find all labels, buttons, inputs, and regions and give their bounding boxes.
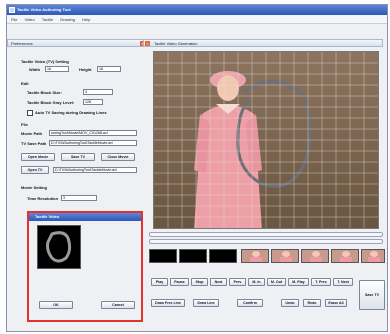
pause-button[interactable]: Pause xyxy=(170,278,189,286)
thumbnail-frame-5[interactable] xyxy=(361,249,385,263)
movie-path-field[interactable]: ouringTool\Movie\MOV_C01268.avi xyxy=(49,130,137,136)
thumbnail-tactile-3[interactable] xyxy=(209,249,237,263)
thumbnail-frame-1[interactable] xyxy=(241,249,269,263)
cancel-button[interactable]: Cancel xyxy=(101,301,135,309)
m-play-button[interactable]: M. Play xyxy=(288,278,309,286)
preferences-panel-title: Preferences × xyxy=(7,39,147,47)
auto-saving-checkbox[interactable]: Auto TV Saving during Drawing Lines xyxy=(27,110,107,116)
draw-line-button[interactable]: Draw Line xyxy=(193,299,219,307)
window-title: Tactile Video Authoring Tool xyxy=(17,7,71,12)
gray-level-label: Tactile Block Gray Level: xyxy=(27,100,75,105)
app-icon xyxy=(9,7,15,13)
thumbnail-frame-image xyxy=(280,251,292,262)
menu-drawing[interactable]: Drawing xyxy=(60,17,75,22)
block-size-select[interactable]: 3 xyxy=(83,89,113,95)
video-generation-title-text: Tactile Video Generation xyxy=(154,41,198,46)
video-frame-image xyxy=(154,52,378,228)
confirm-button[interactable]: Confirm xyxy=(237,299,263,307)
dialog-title: Tactile Video xyxy=(29,213,141,221)
movie-setting-header: Movie Setting xyxy=(21,185,48,190)
thumbnail-frame-3[interactable] xyxy=(301,249,329,263)
thumbnail-frame-image xyxy=(310,251,322,262)
open-tv-button[interactable]: Open TV xyxy=(21,166,49,174)
width-label: Width xyxy=(29,67,41,72)
thumbnail-tactile-1[interactable] xyxy=(149,249,177,263)
tactile-o-icon xyxy=(46,231,72,263)
m-out-button[interactable]: M. Out xyxy=(267,278,286,286)
movie-path-label: Movie Path xyxy=(21,131,43,136)
time-resolution-label: Time Resolution xyxy=(27,196,59,201)
menu-help[interactable]: Help xyxy=(82,17,90,22)
undo-button[interactable]: Undo xyxy=(281,299,299,307)
thumbnail-frame-image xyxy=(368,251,380,262)
height-label: Height xyxy=(79,67,92,72)
menu-file[interactable]: File xyxy=(11,17,17,22)
close-icon[interactable]: × xyxy=(145,41,150,46)
menu-tactile[interactable]: Tactile xyxy=(42,17,53,22)
menu-bar: File Video Tactile Drawing Help xyxy=(7,15,387,24)
tactile-preview xyxy=(37,225,81,269)
stop-button[interactable]: Stop xyxy=(191,278,208,286)
erase-all-button[interactable]: Erase All xyxy=(325,299,347,307)
gray-level-field[interactable]: 128 xyxy=(83,99,103,105)
thumbnail-frame-image xyxy=(340,251,352,262)
time-slider[interactable] xyxy=(149,239,383,244)
open-tv-path-field[interactable]: D:\TV\WAuthoringTool\TactileMovie.avi xyxy=(53,167,137,173)
tv-save-path-field[interactable]: D:\TV\WAuthoringTool\TactileMovie.avi xyxy=(49,140,137,146)
menu-video[interactable]: Video xyxy=(25,17,35,22)
m-in-button[interactable]: M. In xyxy=(248,278,265,286)
tv-save-path-label: TV Save Path xyxy=(21,141,47,146)
thumbnail-frame-2[interactable] xyxy=(271,249,299,263)
next-button[interactable]: Next xyxy=(210,278,227,286)
play-button[interactable]: Play xyxy=(151,278,168,286)
prev-button[interactable]: Prev xyxy=(229,278,246,286)
save-tv-button-main[interactable]: Save TV xyxy=(359,280,385,310)
title-bar: Tactile Video Authoring Tool xyxy=(7,5,387,15)
video-generation-panel-title: × Tactile Video Generation xyxy=(143,39,383,47)
redo-button[interactable]: Redo xyxy=(303,299,321,307)
thumbnail-frame-image xyxy=(250,251,262,262)
draw-free-line-button[interactable]: Draw Free Line xyxy=(151,299,185,307)
open-movie-button[interactable]: Open Movie xyxy=(21,153,55,161)
width-field[interactable]: 16 xyxy=(45,66,69,72)
preferences-title-text: Preferences xyxy=(11,41,33,46)
frame-slider[interactable] xyxy=(149,232,383,237)
edit-header: Edit xyxy=(21,81,29,86)
height-field[interactable]: 16 xyxy=(97,66,121,72)
close-movie-button[interactable]: Close Movie xyxy=(101,153,135,161)
thumbnail-frame-4[interactable] xyxy=(331,249,359,263)
t-next-button[interactable]: T. Next xyxy=(333,278,353,286)
tactile-video-dialog: Tactile Video OK Cancel xyxy=(27,211,143,322)
thumbnail-tactile-2[interactable] xyxy=(179,249,207,263)
auto-saving-label: Auto TV Saving during Drawing Lines xyxy=(35,110,107,116)
t-prev-button[interactable]: T. Prev xyxy=(311,278,331,286)
video-frame[interactable] xyxy=(153,51,379,229)
tactile-setting-header: Tactile Video (TV) Setting xyxy=(21,59,69,64)
file-header: File xyxy=(21,122,28,127)
time-resolution-select[interactable]: 3 xyxy=(61,195,97,201)
ok-button[interactable]: OK xyxy=(39,301,73,309)
block-size-label: Tactile Block Size: xyxy=(27,90,62,95)
save-tv-button[interactable]: Save TV xyxy=(61,153,95,161)
checkbox-icon[interactable] xyxy=(27,110,33,116)
